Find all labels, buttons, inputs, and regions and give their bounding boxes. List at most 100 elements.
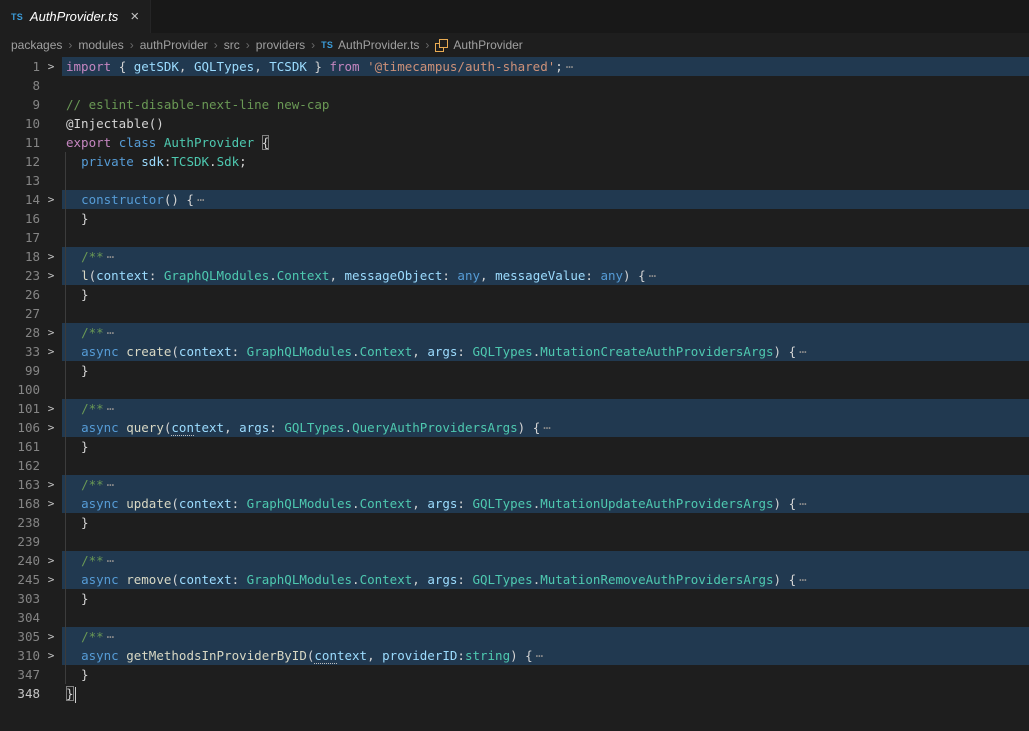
fold-chevron-icon[interactable]: > <box>40 399 62 418</box>
fold-chevron-icon[interactable]: > <box>40 57 62 76</box>
code-line[interactable]: import { getSDK, GQLTypes, TCSDK } from … <box>62 57 1029 76</box>
code-line[interactable]: } <box>62 513 1029 532</box>
line-number[interactable]: 305 <box>0 627 40 646</box>
fold-chevron-icon[interactable]: > <box>40 190 62 209</box>
fold-ellipsis[interactable]: ⋯ <box>799 572 808 587</box>
code-line[interactable]: /**⋯ <box>62 323 1029 342</box>
code-line[interactable]: // eslint-disable-next-line new-cap <box>62 95 1029 114</box>
fold-ellipsis[interactable]: ⋯ <box>107 477 116 492</box>
fold-ellipsis[interactable]: ⋯ <box>799 344 808 359</box>
breadcrumb-item[interactable]: authProvider <box>140 38 208 52</box>
fold-chevron-icon[interactable]: > <box>40 475 62 494</box>
line-number[interactable]: 9 <box>0 95 40 114</box>
code-line[interactable] <box>62 228 1029 247</box>
line-number[interactable]: 162 <box>0 456 40 475</box>
breadcrumb-item[interactable]: TSAuthProvider.ts <box>321 38 419 52</box>
line-number[interactable]: 27 <box>0 304 40 323</box>
code-line[interactable]: async query(context, args: GQLTypes.Quer… <box>62 418 1029 437</box>
line-number[interactable]: 33 <box>0 342 40 361</box>
fold-ellipsis[interactable]: ⋯ <box>197 192 206 207</box>
fold-ellipsis[interactable]: ⋯ <box>107 553 116 568</box>
code-line[interactable]: private sdk:TCSDK.Sdk; <box>62 152 1029 171</box>
code-line[interactable]: /**⋯ <box>62 399 1029 418</box>
line-number[interactable]: 28 <box>0 323 40 342</box>
line-number[interactable]: 163 <box>0 475 40 494</box>
code-line[interactable]: } <box>62 209 1029 228</box>
fold-ellipsis[interactable]: ⋯ <box>536 648 545 663</box>
fold-ellipsis[interactable]: ⋯ <box>107 401 116 416</box>
line-number[interactable]: 1 <box>0 57 40 76</box>
line-number[interactable]: 303 <box>0 589 40 608</box>
code-line[interactable]: async remove(context: GraphQLModules.Con… <box>62 570 1029 589</box>
breadcrumb-item[interactable]: packages <box>11 38 62 52</box>
code-line[interactable]: } <box>62 665 1029 684</box>
breadcrumb-item[interactable]: AuthProvider <box>435 38 522 52</box>
fold-chevron-icon[interactable]: > <box>40 342 62 361</box>
code-line[interactable]: } <box>62 285 1029 304</box>
line-number[interactable]: 310 <box>0 646 40 665</box>
code-line[interactable]: /**⋯ <box>62 627 1029 646</box>
code-line[interactable] <box>62 608 1029 627</box>
line-number[interactable]: 161 <box>0 437 40 456</box>
code-line[interactable] <box>62 532 1029 551</box>
line-number[interactable]: 240 <box>0 551 40 570</box>
line-number[interactable]: 304 <box>0 608 40 627</box>
line-number[interactable]: 11 <box>0 133 40 152</box>
code-line[interactable] <box>62 76 1029 95</box>
tab-authprovider[interactable]: TS AuthProvider.ts × <box>0 0 151 33</box>
code-line[interactable]: } <box>62 589 1029 608</box>
code-line[interactable]: /**⋯ <box>62 551 1029 570</box>
fold-chevron-icon[interactable]: > <box>40 494 62 513</box>
code-line[interactable]: /**⋯ <box>62 247 1029 266</box>
line-number[interactable]: 347 <box>0 665 40 684</box>
line-number[interactable]: 13 <box>0 171 40 190</box>
fold-ellipsis[interactable]: ⋯ <box>649 268 658 283</box>
code-line[interactable] <box>62 380 1029 399</box>
fold-ellipsis[interactable]: ⋯ <box>543 420 552 435</box>
fold-chevron-icon[interactable]: > <box>40 418 62 437</box>
code-line[interactable]: } <box>62 437 1029 456</box>
fold-ellipsis[interactable]: ⋯ <box>107 325 116 340</box>
line-number[interactable]: 12 <box>0 152 40 171</box>
fold-chevron-icon[interactable]: > <box>40 627 62 646</box>
code-line[interactable]: l(context: GraphQLModules.Context, messa… <box>62 266 1029 285</box>
line-number[interactable]: 245 <box>0 570 40 589</box>
line-number[interactable]: 16 <box>0 209 40 228</box>
close-icon[interactable]: × <box>130 9 139 24</box>
breadcrumb-item[interactable]: src <box>224 38 240 52</box>
fold-ellipsis[interactable]: ⋯ <box>799 496 808 511</box>
breadcrumb-item[interactable]: modules <box>78 38 123 52</box>
line-number[interactable]: 10 <box>0 114 40 133</box>
code-line[interactable]: export class AuthProvider { <box>62 133 1029 152</box>
code-line[interactable]: } <box>62 361 1029 380</box>
line-number[interactable]: 238 <box>0 513 40 532</box>
code-line[interactable]: async create(context: GraphQLModules.Con… <box>62 342 1029 361</box>
code-line[interactable] <box>62 171 1029 190</box>
line-number[interactable]: 23 <box>0 266 40 285</box>
breadcrumb-item[interactable]: providers <box>256 38 305 52</box>
line-number[interactable]: 26 <box>0 285 40 304</box>
code-line[interactable] <box>62 304 1029 323</box>
line-number[interactable]: 17 <box>0 228 40 247</box>
code-line[interactable]: @Injectable() <box>62 114 1029 133</box>
code-line[interactable]: } <box>62 684 1029 703</box>
fold-chevron-icon[interactable]: > <box>40 551 62 570</box>
fold-chevron-icon[interactable]: > <box>40 646 62 665</box>
line-number[interactable]: 14 <box>0 190 40 209</box>
line-number[interactable]: 8 <box>0 76 40 95</box>
fold-chevron-icon[interactable]: > <box>40 323 62 342</box>
fold-chevron-icon[interactable]: > <box>40 570 62 589</box>
line-number[interactable]: 100 <box>0 380 40 399</box>
line-number[interactable]: 99 <box>0 361 40 380</box>
fold-ellipsis[interactable]: ⋯ <box>107 629 116 644</box>
line-number[interactable]: 106 <box>0 418 40 437</box>
fold-ellipsis[interactable]: ⋯ <box>107 249 116 264</box>
code-line[interactable]: async getMethodsInProviderByID(context, … <box>62 646 1029 665</box>
code-line[interactable] <box>62 456 1029 475</box>
fold-ellipsis[interactable]: ⋯ <box>566 59 575 74</box>
line-number[interactable]: 168 <box>0 494 40 513</box>
code-line[interactable]: constructor() {⋯ <box>62 190 1029 209</box>
line-number[interactable]: 348 <box>0 684 40 703</box>
code-line[interactable]: /**⋯ <box>62 475 1029 494</box>
code-line[interactable]: async update(context: GraphQLModules.Con… <box>62 494 1029 513</box>
